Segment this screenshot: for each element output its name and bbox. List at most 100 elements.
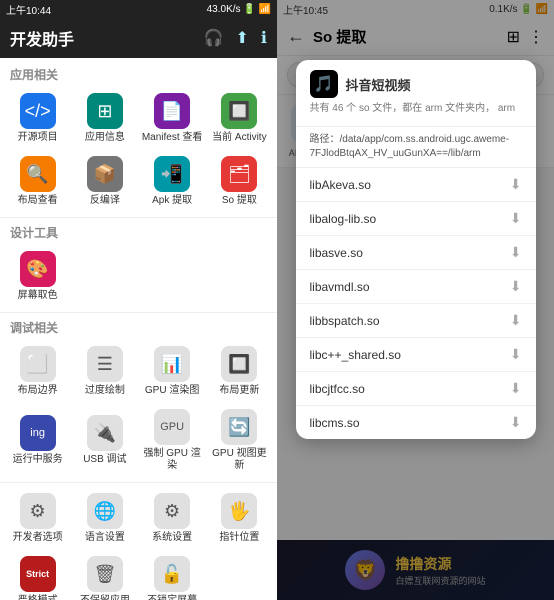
left-content: 应用相关 </> 开源项目 ⊞ 应用信息 📄 Manifest 查看 🔲 当前 … [0,58,277,600]
layoutupdate-label: 布局更新 [219,385,259,397]
grid-item-color[interactable]: 🎨 屏幕取色 [4,245,71,308]
grid-item-strict[interactable]: Strict 严格模式 [4,550,71,600]
file-name: libavmdl.so [310,280,370,294]
grid-item-syssettings[interactable]: ⚙ 系统设置 [139,487,206,550]
gpu-label: GPU 渲染图 [145,385,199,397]
left-time: 上午10:44 [6,2,51,17]
divider-1 [0,217,277,218]
forcegpu-icon: GPU [154,409,190,445]
grid-item-appinfo[interactable]: ⊞ 应用信息 [71,87,138,150]
apk-label: Apk 提取 [152,195,192,207]
grid-item-opensource[interactable]: </> 开源项目 [4,87,71,150]
left-app-title: 开发助手 [10,26,74,50]
so-icon: 🗂 [221,156,257,192]
grid-item-nolock[interactable]: 🔓 不锁定屏幕 [139,550,206,600]
grid-item-apk[interactable]: 📲 Apk 提取 [139,150,206,213]
devoptions-icon: ⚙ [20,493,56,529]
debug-grid: ⬜ 布局边界 ☰ 过度绘制 📊 GPU 渲染图 🔲 布局更新 ing 运行中服务… [0,338,277,480]
opensource-icon: </> [20,93,56,129]
grid-item-devoptions[interactable]: ⚙ 开发者选项 [4,487,71,550]
activity-label: 当前 Activity [212,132,266,144]
modal-overlay[interactable]: 🎵 抖音短视频 共有 46 个 so 文件，都在 arm 文件夹内， arm 路… [277,0,554,600]
list-item: libcjtfcc.so ⬇ [296,372,536,406]
grid-item-layoutupdate[interactable]: 🔲 布局更新 [206,340,273,403]
list-item: libc++_shared.so ⬇ [296,338,536,372]
dev-grid: ⚙ 开发者选项 🌐 语言设置 ⚙ 系统设置 🖐 指针位置 Strict 严格模式… [0,485,277,600]
grid-item-layout[interactable]: 🔍 布局查看 [4,150,71,213]
layout-label: 布局查看 [18,195,58,207]
syssettings-label: 系统设置 [152,532,192,544]
noapp-label: 不保留应用 [80,595,130,600]
pointer-label: 指针位置 [219,532,259,544]
list-item: libalog-lib.so ⬇ [296,202,536,236]
usb-icon: 🔌 [87,415,123,451]
download-icon[interactable]: ⬇ [510,278,522,295]
runservice-label: 运行中服务 [13,454,63,466]
grid-item-gpu[interactable]: 📊 GPU 渲染图 [139,340,206,403]
modal-app-icon: 🎵 [310,70,338,98]
overdraw-label: 过度绘制 [85,385,125,397]
file-name: libAkeva.so [310,178,371,192]
nolock-icon: 🔓 [154,556,190,592]
color-label: 屏幕取色 [18,290,58,302]
grid-item-so[interactable]: 🗂 So 提取 [206,150,273,213]
grid-item-lang[interactable]: 🌐 语言设置 [71,487,138,550]
file-name: libasve.so [310,246,363,260]
download-icon[interactable]: ⬇ [510,244,522,261]
download-icon[interactable]: ⬇ [510,210,522,227]
download-icon[interactable]: ⬇ [510,380,522,397]
decompile-label: 反编译 [90,195,120,207]
modal-app-name: 抖音短视频 [346,75,411,94]
grid-item-usb[interactable]: 🔌 USB 调试 [71,403,138,478]
manifest-label: Manifest 查看 [142,132,203,144]
grid-item-noapp[interactable]: 🗑 不保留应用 [71,550,138,600]
list-item: libbspatch.so ⬇ [296,304,536,338]
list-item: libcms.so ⬇ [296,406,536,439]
design-grid: 🎨 屏幕取色 [0,243,277,310]
grid-item-gpuview[interactable]: 🔄 GPU 视图更新 [206,403,273,478]
grid-item-manifest[interactable]: 📄 Manifest 查看 [139,87,206,150]
headphone-icon[interactable]: 🎧 [204,28,224,48]
left-panel: 上午10:44 43.0K/s 🔋 📶 开发助手 🎧 ⬆ ℹ 应用相关 </> … [0,0,277,600]
layoutborder-icon: ⬜ [20,346,56,382]
share-icon[interactable]: ⬆ [236,28,249,48]
status-bar-left: 上午10:44 43.0K/s 🔋 📶 [0,0,277,18]
list-item: libavmdl.so ⬇ [296,270,536,304]
strict-label: 严格模式 [18,595,58,600]
layoutborder-label: 布局边界 [18,385,58,397]
file-name: libbspatch.so [310,314,380,328]
download-icon[interactable]: ⬇ [510,346,522,363]
info-icon[interactable]: ℹ [261,28,267,48]
so-label: So 提取 [222,195,257,207]
section-design: 设计工具 [0,220,277,243]
strict-icon: Strict [20,556,56,592]
modal-app-row: 🎵 抖音短视频 [310,70,522,98]
apk-icon: 📲 [154,156,190,192]
grid-item-activity[interactable]: 🔲 当前 Activity [206,87,273,150]
layout-icon: 🔍 [20,156,56,192]
grid-item-decompile[interactable]: 📦 反编译 [71,150,138,213]
grid-item-runservice[interactable]: ing 运行中服务 [4,403,71,478]
forcegpu-label: 强制 GPU 渲染 [141,448,204,472]
list-item: libasve.so ⬇ [296,236,536,270]
app-grid: </> 开源项目 ⊞ 应用信息 📄 Manifest 查看 🔲 当前 Activ… [0,85,277,215]
download-icon[interactable]: ⬇ [510,176,522,193]
left-header: 开发助手 🎧 ⬆ ℹ [0,18,277,58]
lang-icon: 🌐 [87,493,123,529]
grid-item-overdraw[interactable]: ☰ 过度绘制 [71,340,138,403]
grid-item-layoutborder[interactable]: ⬜ 布局边界 [4,340,71,403]
gpu-icon: 📊 [154,346,190,382]
usb-label: USB 调试 [83,454,126,466]
grid-item-forcegpu[interactable]: GPU 强制 GPU 渲染 [139,403,206,478]
left-status-right: 43.0K/s 🔋 📶 [207,4,271,15]
grid-item-pointer[interactable]: 🖐 指针位置 [206,487,273,550]
download-icon[interactable]: ⬇ [510,312,522,329]
right-panel: 上午10:45 0.1K/s 🔋 📶 ← So 提取 ⊞ ⋮ 🤖 AI虚拟助手 … [277,0,554,600]
modal-card: 🎵 抖音短视频 共有 46 个 so 文件，都在 arm 文件夹内， arm 路… [296,60,536,439]
runservice-icon: ing [20,415,56,451]
lang-label: 语言设置 [85,532,125,544]
modal-header: 🎵 抖音短视频 共有 46 个 so 文件，都在 arm 文件夹内， arm [296,60,536,127]
download-icon[interactable]: ⬇ [510,414,522,431]
overdraw-icon: ☰ [87,346,123,382]
modal-subtitle: 共有 46 个 so 文件，都在 arm 文件夹内， arm [310,102,522,116]
